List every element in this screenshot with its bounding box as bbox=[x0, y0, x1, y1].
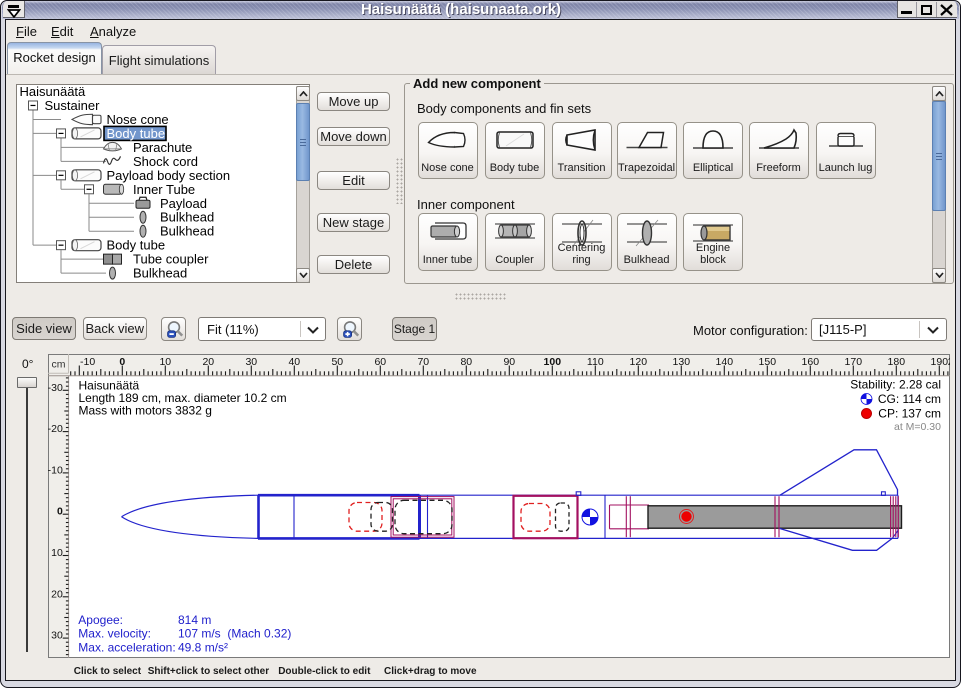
svg-text:160: 160 bbox=[802, 356, 820, 368]
svg-text:110: 110 bbox=[587, 356, 604, 368]
svg-text:49.8 m/s²: 49.8 m/s² bbox=[178, 640, 228, 654]
svg-text:0: 0 bbox=[119, 356, 125, 368]
svg-text:Inner Tube: Inner Tube bbox=[133, 182, 195, 197]
svg-text:-20: -20 bbox=[48, 423, 63, 435]
svg-text:Shock cord: Shock cord bbox=[133, 154, 198, 169]
svg-text:Max. velocity:: Max. velocity: bbox=[78, 627, 151, 641]
svg-text:Sustainer: Sustainer bbox=[45, 98, 101, 113]
svg-text:150: 150 bbox=[759, 356, 777, 368]
svg-text:Payload body section: Payload body section bbox=[107, 168, 231, 183]
svg-text:50: 50 bbox=[331, 356, 343, 368]
svg-text:CP: 137 cm: CP: 137 cm bbox=[878, 407, 941, 421]
svg-text:20: 20 bbox=[202, 356, 214, 368]
svg-text:Bulkhead: Bulkhead bbox=[160, 210, 214, 225]
svg-text:Stability: 2.28 cal: Stability: 2.28 cal bbox=[850, 378, 941, 392]
svg-text:2: 2 bbox=[948, 356, 950, 368]
svg-text:100: 100 bbox=[544, 356, 562, 368]
svg-text:Bulkhead: Bulkhead bbox=[133, 266, 187, 281]
svg-text:180: 180 bbox=[888, 356, 906, 368]
svg-text:140: 140 bbox=[716, 356, 734, 368]
svg-text:40: 40 bbox=[288, 356, 300, 368]
svg-text:90: 90 bbox=[503, 356, 515, 368]
svg-text:120: 120 bbox=[630, 356, 648, 368]
svg-text:at M=0.30: at M=0.30 bbox=[894, 421, 941, 433]
svg-text:30: 30 bbox=[245, 356, 257, 368]
svg-text:30: 30 bbox=[51, 630, 63, 642]
svg-text:cm: cm bbox=[52, 359, 66, 371]
svg-text:814 m: 814 m bbox=[178, 613, 211, 627]
svg-text:80: 80 bbox=[460, 356, 472, 368]
svg-text:Apogee:: Apogee: bbox=[78, 613, 123, 627]
svg-text:Body tube: Body tube bbox=[107, 126, 166, 141]
svg-text:-10: -10 bbox=[80, 356, 95, 368]
svg-text:170: 170 bbox=[845, 356, 863, 368]
svg-text:Haisunäätä: Haisunäätä bbox=[20, 84, 87, 99]
svg-text:Payload: Payload bbox=[160, 196, 207, 211]
svg-text:Tube coupler: Tube coupler bbox=[133, 252, 209, 267]
svg-text:10: 10 bbox=[51, 547, 63, 559]
svg-text:Mass with motors 3832 g: Mass with motors 3832 g bbox=[79, 403, 212, 417]
svg-text:10: 10 bbox=[159, 356, 171, 368]
svg-text:-10: -10 bbox=[48, 464, 63, 476]
svg-text:0: 0 bbox=[57, 506, 63, 518]
svg-text:Max. acceleration:: Max. acceleration: bbox=[78, 640, 175, 654]
svg-text:-30: -30 bbox=[48, 382, 63, 394]
svg-text:Bulkhead: Bulkhead bbox=[160, 224, 214, 239]
svg-text:20: 20 bbox=[51, 588, 63, 600]
svg-text:Parachute: Parachute bbox=[133, 140, 192, 155]
svg-text:Nose cone: Nose cone bbox=[107, 112, 169, 127]
svg-text:70: 70 bbox=[417, 356, 429, 368]
svg-text:CG: 114 cm: CG: 114 cm bbox=[878, 392, 941, 406]
svg-text:130: 130 bbox=[673, 356, 691, 368]
svg-text:190: 190 bbox=[931, 356, 949, 368]
svg-text:Body tube: Body tube bbox=[107, 238, 166, 253]
svg-text:107 m/s (Mach 0.32): 107 m/s (Mach 0.32) bbox=[178, 627, 291, 641]
svg-text:60: 60 bbox=[374, 356, 386, 368]
